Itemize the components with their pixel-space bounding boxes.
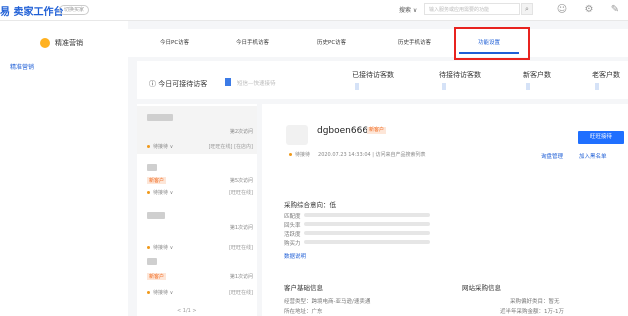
basic-info-row: 经营类型：跨境电商-亚马逊/速卖通 [284, 299, 371, 305]
status-dot [147, 191, 150, 194]
basic-info-title: 客户基础信息 [284, 284, 323, 292]
intent-row-purchasing: 购买力 [284, 241, 301, 247]
today-receivable-label: 今日可接待访客 [158, 80, 208, 88]
stat-received-value [355, 83, 359, 90]
switch-role-button[interactable]: 切换买家 [59, 5, 90, 15]
list-item[interactable]: 新客户 第5次访问 待接待 ∨ [旺旺在线] [137, 164, 257, 208]
status-dot [147, 291, 150, 294]
purchase-info-title: 网站采购信息 [462, 284, 501, 292]
visit-meta: 2020.07.23 14:33:04 | 访问来自产品搜索列表 [318, 152, 426, 158]
tab-today-pc[interactable]: 今日PC访客 [160, 38, 189, 46]
stat-pending-value [442, 83, 446, 90]
detail-status: 待接待 [295, 152, 311, 158]
visitor-status: 待接待 ∨ [147, 143, 173, 150]
stat-new-value [526, 83, 530, 90]
visit-count: 第1次访问 [229, 274, 253, 280]
edit-icon[interactable]: ✎ [608, 3, 622, 17]
stat-new-customers: 新客户数 [523, 71, 551, 79]
new-customer-badge: 新客户 [147, 273, 167, 280]
visitor-status-text: 待接待 [153, 290, 169, 296]
visitor-list: 第2次访问 待接待 ∨ [旺旺在线] [在店内] 新客户 第5次访问 待接待 ∨… [137, 104, 257, 316]
brand-logo[interactable]: 易 卖家工作台 [0, 3, 63, 18]
visitor-status-text: 待接待 [153, 190, 169, 196]
new-customer-badge: 新客户 [367, 127, 387, 134]
add-blacklist-link[interactable]: 加入黑名单 [579, 152, 607, 160]
status-dot [147, 145, 150, 148]
new-customer-badge: 新客户 [147, 177, 167, 184]
avatar [147, 164, 157, 171]
online-status: [旺旺在线] [在店内] [208, 144, 253, 150]
search-type-label: 搜索 [399, 7, 412, 14]
purchase-info-row: 采购偏好类目：暂无 [510, 299, 560, 305]
top-bar [0, 0, 628, 21]
visit-count: 第2次访问 [229, 129, 253, 135]
online-status: [旺旺在线] [229, 290, 253, 296]
avatar [147, 114, 173, 121]
visitor-status: 待接待 ∨ [147, 189, 173, 196]
user-meta: 待接待 2020.07.23 14:33:04 | 访问来自产品搜索列表 [289, 151, 426, 158]
visitor-status-text: 待接待 [153, 245, 169, 251]
sidebar-section-label: 精准营销 [55, 39, 83, 47]
visit-count: 第5次访问 [229, 178, 253, 184]
intent-row-activity: 活跃度 [284, 232, 301, 238]
tab-history-pc[interactable]: 历史PC访客 [317, 38, 346, 46]
intent-row-return: 回头率 [284, 223, 301, 229]
quota-bar [225, 78, 231, 86]
avatar [147, 212, 165, 219]
list-item[interactable]: 第1次访问 待接待 ∨ [旺旺在线] [137, 210, 257, 254]
quota-text: 短信—快速接待 [237, 81, 276, 87]
visit-count: 第1次访问 [229, 225, 253, 231]
wangwang-reception-button[interactable]: 旺旺接待 [578, 131, 624, 144]
status-dot [289, 153, 292, 156]
highlight-box [454, 27, 530, 60]
stat-old-value [595, 83, 599, 90]
intent-title: 采购综合意向：低 [284, 201, 336, 209]
list-item[interactable]: 第2次访问 待接待 ∨ [旺旺在线] [在店内] [137, 106, 257, 154]
pagination[interactable]: < 1/1 > [177, 308, 197, 314]
search-input[interactable]: 输入服务或应用需要的功能 [424, 3, 520, 15]
sidebar-item-precision-marketing[interactable]: 精准营销 [10, 62, 34, 71]
search-icon[interactable]: ⌕ [521, 3, 533, 15]
intent-bar [304, 231, 430, 235]
settings-icon[interactable]: ⚙ [582, 3, 596, 17]
customer-service-icon[interactable]: ☺ [555, 3, 569, 17]
stat-old-customers: 老客户数 [592, 71, 620, 79]
visitor-status-text: 待接待 [153, 144, 169, 150]
tab-bar: 今日PC访客 今日手机访客 历史PC访客 历史手机访客 功能设置 [128, 29, 628, 57]
visitor-status: 待接待 ∨ [147, 289, 173, 296]
tab-today-mobile[interactable]: 今日手机访客 [236, 38, 269, 46]
stat-pending: 待接待访客数 [439, 71, 481, 79]
search-type-select[interactable]: 搜索 ∨ [399, 5, 417, 14]
user-avatar [286, 125, 308, 145]
data-explain-link[interactable]: 数据说明 [284, 252, 306, 260]
online-status: [旺旺在线] [229, 245, 253, 251]
stat-received: 已接待访客数 [352, 71, 394, 79]
intent-row-match: 匹配度 [284, 214, 301, 220]
list-item[interactable]: 新客户 第1次访问 待接待 ∨ [旺旺在线] [137, 256, 257, 304]
basic-info-row: 所在地址：广东 [284, 309, 323, 315]
intent-bar [304, 213, 430, 217]
user-name: dgboen666 [317, 126, 369, 136]
avatar [147, 258, 157, 265]
intent-bar [304, 240, 430, 244]
sidebar-section-marketing[interactable]: 精准营销 [40, 38, 83, 48]
purchase-info-row: 近半年采购金额：1万-1万 [500, 309, 564, 315]
online-status: [旺旺在线] [229, 190, 253, 196]
today-receivable: ⓘ 今日可接待访客 [149, 80, 208, 88]
marketing-icon [40, 38, 50, 48]
intent-bar [304, 222, 430, 226]
visitor-status: 待接待 ∨ [147, 244, 173, 251]
status-dot [147, 246, 150, 249]
inquiry-management-link[interactable]: 询盘管理 [541, 152, 563, 160]
stats-panel: ⓘ 今日可接待访客 短信—快速接待 已接待访客数 待接待访客数 新客户数 老客户… [137, 61, 628, 99]
tab-history-mobile[interactable]: 历史手机访客 [398, 38, 431, 46]
